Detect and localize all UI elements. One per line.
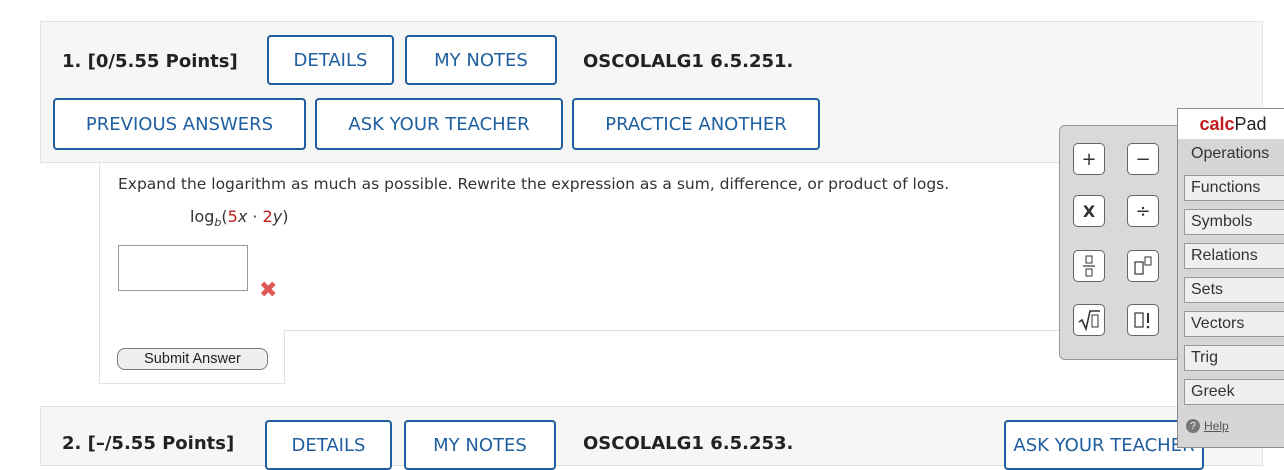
help-link[interactable]: Help [1204,419,1229,433]
sqrt-glyph [1078,310,1100,331]
calcpad-title-calc: calc [1199,113,1235,134]
question-prompt: Expand the logarithm as much as possible… [118,175,950,193]
calcpad-title-pad: Pad [1234,113,1267,134]
fraction-glyph [1083,255,1095,277]
ask-your-teacher-button[interactable]: ASK YOUR TEACHER [315,98,563,150]
times-icon[interactable]: X [1073,195,1105,227]
practice-another-button[interactable]: PRACTICE ANOTHER [572,98,820,150]
minus-icon[interactable]: − [1127,143,1159,175]
calcpad-tab-symbols[interactable]: Symbols [1184,209,1284,235]
power-icon[interactable] [1127,250,1159,282]
question-2-number: 2. [–/5.55 Points] [62,433,235,454]
calcpad-tab-trig[interactable]: Trig [1184,345,1284,371]
body-divider [285,330,1099,331]
calcpad-help[interactable]: ? Help [1186,419,1229,433]
variable-2: y [272,207,283,226]
previous-answers-button[interactable]: PREVIOUS ANSWERS [53,98,306,150]
power-glyph [1134,256,1152,275]
log-expression: logb(5x · 2y) [190,207,288,229]
fraction-icon[interactable] [1073,250,1105,282]
question-2-my-notes-button[interactable]: MY NOTES [404,420,556,470]
question-2-ask-teacher-button[interactable]: ASK YOUR TEACHER [1004,420,1204,470]
variable-1: x [237,207,248,226]
my-notes-button[interactable]: MY NOTES [405,35,557,85]
question-2-code: OSCOLALG1 6.5.253. [583,433,794,454]
question-1-number: 1. [0/5.55 Points] [62,51,238,72]
question-icon: ? [1186,419,1200,433]
calcpad-tab-relations[interactable]: Relations [1184,243,1284,269]
calcpad-tab-greek[interactable]: Greek [1184,379,1284,405]
calcpad-operations-panel: + − X ÷ [1059,125,1181,360]
calcpad-tab-sets[interactable]: Sets [1184,277,1284,303]
calcpad-tab-functions[interactable]: Functions [1184,175,1284,201]
plus-icon[interactable]: + [1073,143,1105,175]
dot-operator: · [247,207,263,226]
factorial-icon[interactable] [1127,304,1159,336]
sqrt-icon[interactable] [1073,304,1105,336]
question-1-code: OSCOLALG1 6.5.251. [583,51,794,72]
close-paren: ) [282,207,289,226]
divide-icon[interactable]: ÷ [1127,195,1159,227]
submit-answer-button[interactable]: Submit Answer [117,348,268,370]
factorial-glyph [1134,312,1150,329]
coefficient-2: 2 [262,207,273,226]
incorrect-icon: ✖ [259,278,278,303]
answer-input[interactable] [118,245,248,291]
details-button[interactable]: DETAILS [267,35,394,85]
calcpad-tab-vectors[interactable]: Vectors [1184,311,1284,337]
log-function: log [190,207,215,226]
calcpad-title: calc Pad [1178,109,1284,139]
question-2-details-button[interactable]: DETAILS [265,420,392,470]
coefficient-1: 5 [227,207,238,226]
calcpad-sidebar: calc Pad Operations Functions Symbols Rel… [1177,108,1284,448]
calcpad-tab-operations[interactable]: Operations [1178,141,1284,167]
